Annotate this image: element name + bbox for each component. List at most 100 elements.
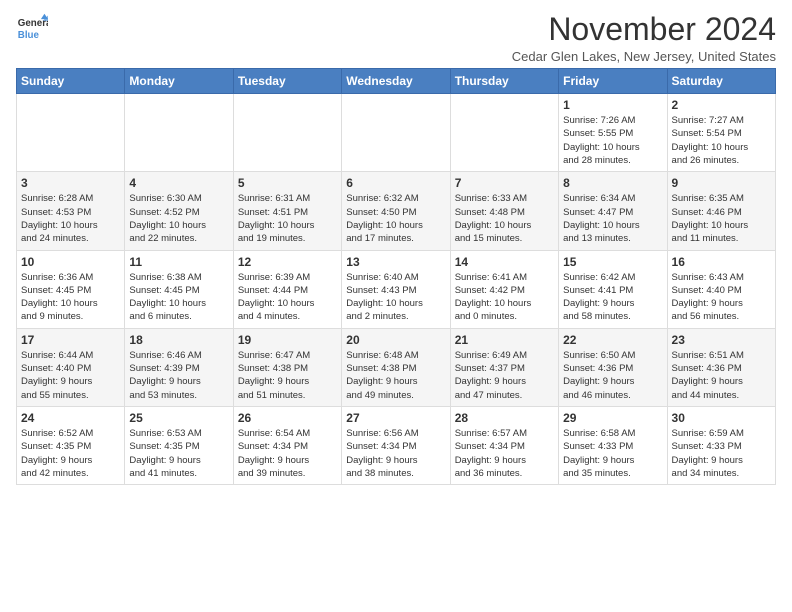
day-info: Sunrise: 6:53 AM Sunset: 4:35 PM Dayligh… — [129, 427, 228, 480]
day-info: Sunrise: 6:44 AM Sunset: 4:40 PM Dayligh… — [21, 349, 120, 402]
day-number: 29 — [563, 411, 662, 425]
calendar-cell: 25 Sunrise: 6:53 AM Sunset: 4:35 PM Dayli… — [125, 406, 233, 484]
calendar-week-3: 17 Sunrise: 6:44 AM Sunset: 4:40 PM Dayli… — [17, 328, 776, 406]
day-info: Sunrise: 6:40 AM Sunset: 4:43 PM Dayligh… — [346, 271, 445, 324]
calendar-cell: 6Sunrise: 6:32 AM Sunset: 4:50 PM Daylig… — [342, 172, 450, 250]
col-thursday: Thursday — [450, 69, 558, 94]
calendar-cell: 5 Sunrise: 6:31 AM Sunset: 4:51 PM Daylig… — [233, 172, 341, 250]
col-tuesday: Tuesday — [233, 69, 341, 94]
day-number: 14 — [455, 255, 554, 269]
calendar-cell: 22 Sunrise: 6:50 AM Sunset: 4:36 PM Dayli… — [559, 328, 667, 406]
calendar-cell: 12Sunrise: 6:39 AM Sunset: 4:44 PM Dayli… — [233, 250, 341, 328]
day-number: 1 — [563, 98, 662, 112]
calendar-cell: 21Sunrise: 6:49 AM Sunset: 4:37 PM Dayli… — [450, 328, 558, 406]
day-number: 11 — [129, 255, 228, 269]
calendar-cell: 10 Sunrise: 6:36 AM Sunset: 4:45 PM Dayli… — [17, 250, 125, 328]
header-row: Sunday Monday Tuesday Wednesday Thursday… — [17, 69, 776, 94]
calendar-cell — [17, 94, 125, 172]
day-number: 25 — [129, 411, 228, 425]
calendar-cell: 24 Sunrise: 6:52 AM Sunset: 4:35 PM Dayli… — [17, 406, 125, 484]
month-title: November 2024 — [512, 12, 776, 47]
calendar-table: Sunday Monday Tuesday Wednesday Thursday… — [16, 68, 776, 485]
calendar-cell: 19Sunrise: 6:47 AM Sunset: 4:38 PM Dayli… — [233, 328, 341, 406]
day-info: Sunrise: 7:26 AM Sunset: 5:55 PM Dayligh… — [563, 114, 662, 167]
location: Cedar Glen Lakes, New Jersey, United Sta… — [512, 49, 776, 64]
day-number: 4 — [129, 176, 228, 190]
calendar-cell: 29 Sunrise: 6:58 AM Sunset: 4:33 PM Dayli… — [559, 406, 667, 484]
day-info: Sunrise: 6:54 AM Sunset: 4:34 PM Dayligh… — [238, 427, 337, 480]
day-number: 6 — [346, 176, 445, 190]
day-info: Sunrise: 6:52 AM Sunset: 4:35 PM Dayligh… — [21, 427, 120, 480]
day-number: 27 — [346, 411, 445, 425]
day-number: 13 — [346, 255, 445, 269]
calendar-cell: 18 Sunrise: 6:46 AM Sunset: 4:39 PM Dayli… — [125, 328, 233, 406]
calendar-cell — [450, 94, 558, 172]
day-info: Sunrise: 6:43 AM Sunset: 4:40 PM Dayligh… — [672, 271, 771, 324]
day-number: 30 — [672, 411, 771, 425]
day-info: Sunrise: 6:58 AM Sunset: 4:33 PM Dayligh… — [563, 427, 662, 480]
calendar-cell: 17 Sunrise: 6:44 AM Sunset: 4:40 PM Dayli… — [17, 328, 125, 406]
calendar-cell: 27 Sunrise: 6:56 AM Sunset: 4:34 PM Dayli… — [342, 406, 450, 484]
day-info: Sunrise: 6:50 AM Sunset: 4:36 PM Dayligh… — [563, 349, 662, 402]
title-block: November 2024 Cedar Glen Lakes, New Jers… — [512, 12, 776, 64]
calendar-cell: 8 Sunrise: 6:34 AM Sunset: 4:47 PM Daylig… — [559, 172, 667, 250]
calendar-cell: 15 Sunrise: 6:42 AM Sunset: 4:41 PM Dayli… — [559, 250, 667, 328]
logo: General Blue — [16, 12, 48, 44]
day-number: 10 — [21, 255, 120, 269]
svg-text:Blue: Blue — [18, 30, 40, 41]
day-number: 7 — [455, 176, 554, 190]
day-info: Sunrise: 6:51 AM Sunset: 4:36 PM Dayligh… — [672, 349, 771, 402]
day-info: Sunrise: 6:33 AM Sunset: 4:48 PM Dayligh… — [455, 192, 554, 245]
calendar-cell: 1 Sunrise: 7:26 AM Sunset: 5:55 PM Daylig… — [559, 94, 667, 172]
day-info: Sunrise: 6:46 AM Sunset: 4:39 PM Dayligh… — [129, 349, 228, 402]
col-wednesday: Wednesday — [342, 69, 450, 94]
header: General Blue November 2024 Cedar Glen La… — [16, 12, 776, 64]
day-info: Sunrise: 6:41 AM Sunset: 4:42 PM Dayligh… — [455, 271, 554, 324]
calendar-cell: 16 Sunrise: 6:43 AM Sunset: 4:40 PM Dayli… — [667, 250, 775, 328]
day-number: 18 — [129, 333, 228, 347]
day-info: Sunrise: 6:42 AM Sunset: 4:41 PM Dayligh… — [563, 271, 662, 324]
day-info: Sunrise: 6:56 AM Sunset: 4:34 PM Dayligh… — [346, 427, 445, 480]
calendar-cell: 2Sunrise: 7:27 AM Sunset: 5:54 PM Daylig… — [667, 94, 775, 172]
day-number: 16 — [672, 255, 771, 269]
col-sunday: Sunday — [17, 69, 125, 94]
day-number: 28 — [455, 411, 554, 425]
day-number: 24 — [21, 411, 120, 425]
day-number: 17 — [21, 333, 120, 347]
calendar-cell: 7 Sunrise: 6:33 AM Sunset: 4:48 PM Daylig… — [450, 172, 558, 250]
day-info: Sunrise: 6:38 AM Sunset: 4:45 PM Dayligh… — [129, 271, 228, 324]
calendar-cell: 26 Sunrise: 6:54 AM Sunset: 4:34 PM Dayli… — [233, 406, 341, 484]
logo-icon: General Blue — [16, 12, 48, 44]
day-info: Sunrise: 6:30 AM Sunset: 4:52 PM Dayligh… — [129, 192, 228, 245]
day-number: 22 — [563, 333, 662, 347]
calendar-cell: 3Sunrise: 6:28 AM Sunset: 4:53 PM Daylig… — [17, 172, 125, 250]
day-number: 21 — [455, 333, 554, 347]
day-info: Sunrise: 6:28 AM Sunset: 4:53 PM Dayligh… — [21, 192, 120, 245]
day-info: Sunrise: 6:34 AM Sunset: 4:47 PM Dayligh… — [563, 192, 662, 245]
calendar-cell: 13 Sunrise: 6:40 AM Sunset: 4:43 PM Dayli… — [342, 250, 450, 328]
calendar-cell: 30Sunrise: 6:59 AM Sunset: 4:33 PM Dayli… — [667, 406, 775, 484]
calendar-cell — [125, 94, 233, 172]
col-friday: Friday — [559, 69, 667, 94]
day-info: Sunrise: 6:31 AM Sunset: 4:51 PM Dayligh… — [238, 192, 337, 245]
day-number: 26 — [238, 411, 337, 425]
calendar-cell: 11 Sunrise: 6:38 AM Sunset: 4:45 PM Dayli… — [125, 250, 233, 328]
day-info: Sunrise: 6:57 AM Sunset: 4:34 PM Dayligh… — [455, 427, 554, 480]
day-number: 20 — [346, 333, 445, 347]
svg-text:General: General — [18, 18, 48, 29]
col-saturday: Saturday — [667, 69, 775, 94]
calendar-cell: 23Sunrise: 6:51 AM Sunset: 4:36 PM Dayli… — [667, 328, 775, 406]
day-number: 5 — [238, 176, 337, 190]
calendar-week-0: 1 Sunrise: 7:26 AM Sunset: 5:55 PM Daylig… — [17, 94, 776, 172]
col-monday: Monday — [125, 69, 233, 94]
day-number: 9 — [672, 176, 771, 190]
calendar-cell — [233, 94, 341, 172]
day-number: 12 — [238, 255, 337, 269]
day-number: 8 — [563, 176, 662, 190]
day-info: Sunrise: 6:36 AM Sunset: 4:45 PM Dayligh… — [21, 271, 120, 324]
day-info: Sunrise: 6:48 AM Sunset: 4:38 PM Dayligh… — [346, 349, 445, 402]
day-info: Sunrise: 6:47 AM Sunset: 4:38 PM Dayligh… — [238, 349, 337, 402]
day-number: 2 — [672, 98, 771, 112]
day-number: 15 — [563, 255, 662, 269]
calendar-cell: 4 Sunrise: 6:30 AM Sunset: 4:52 PM Daylig… — [125, 172, 233, 250]
